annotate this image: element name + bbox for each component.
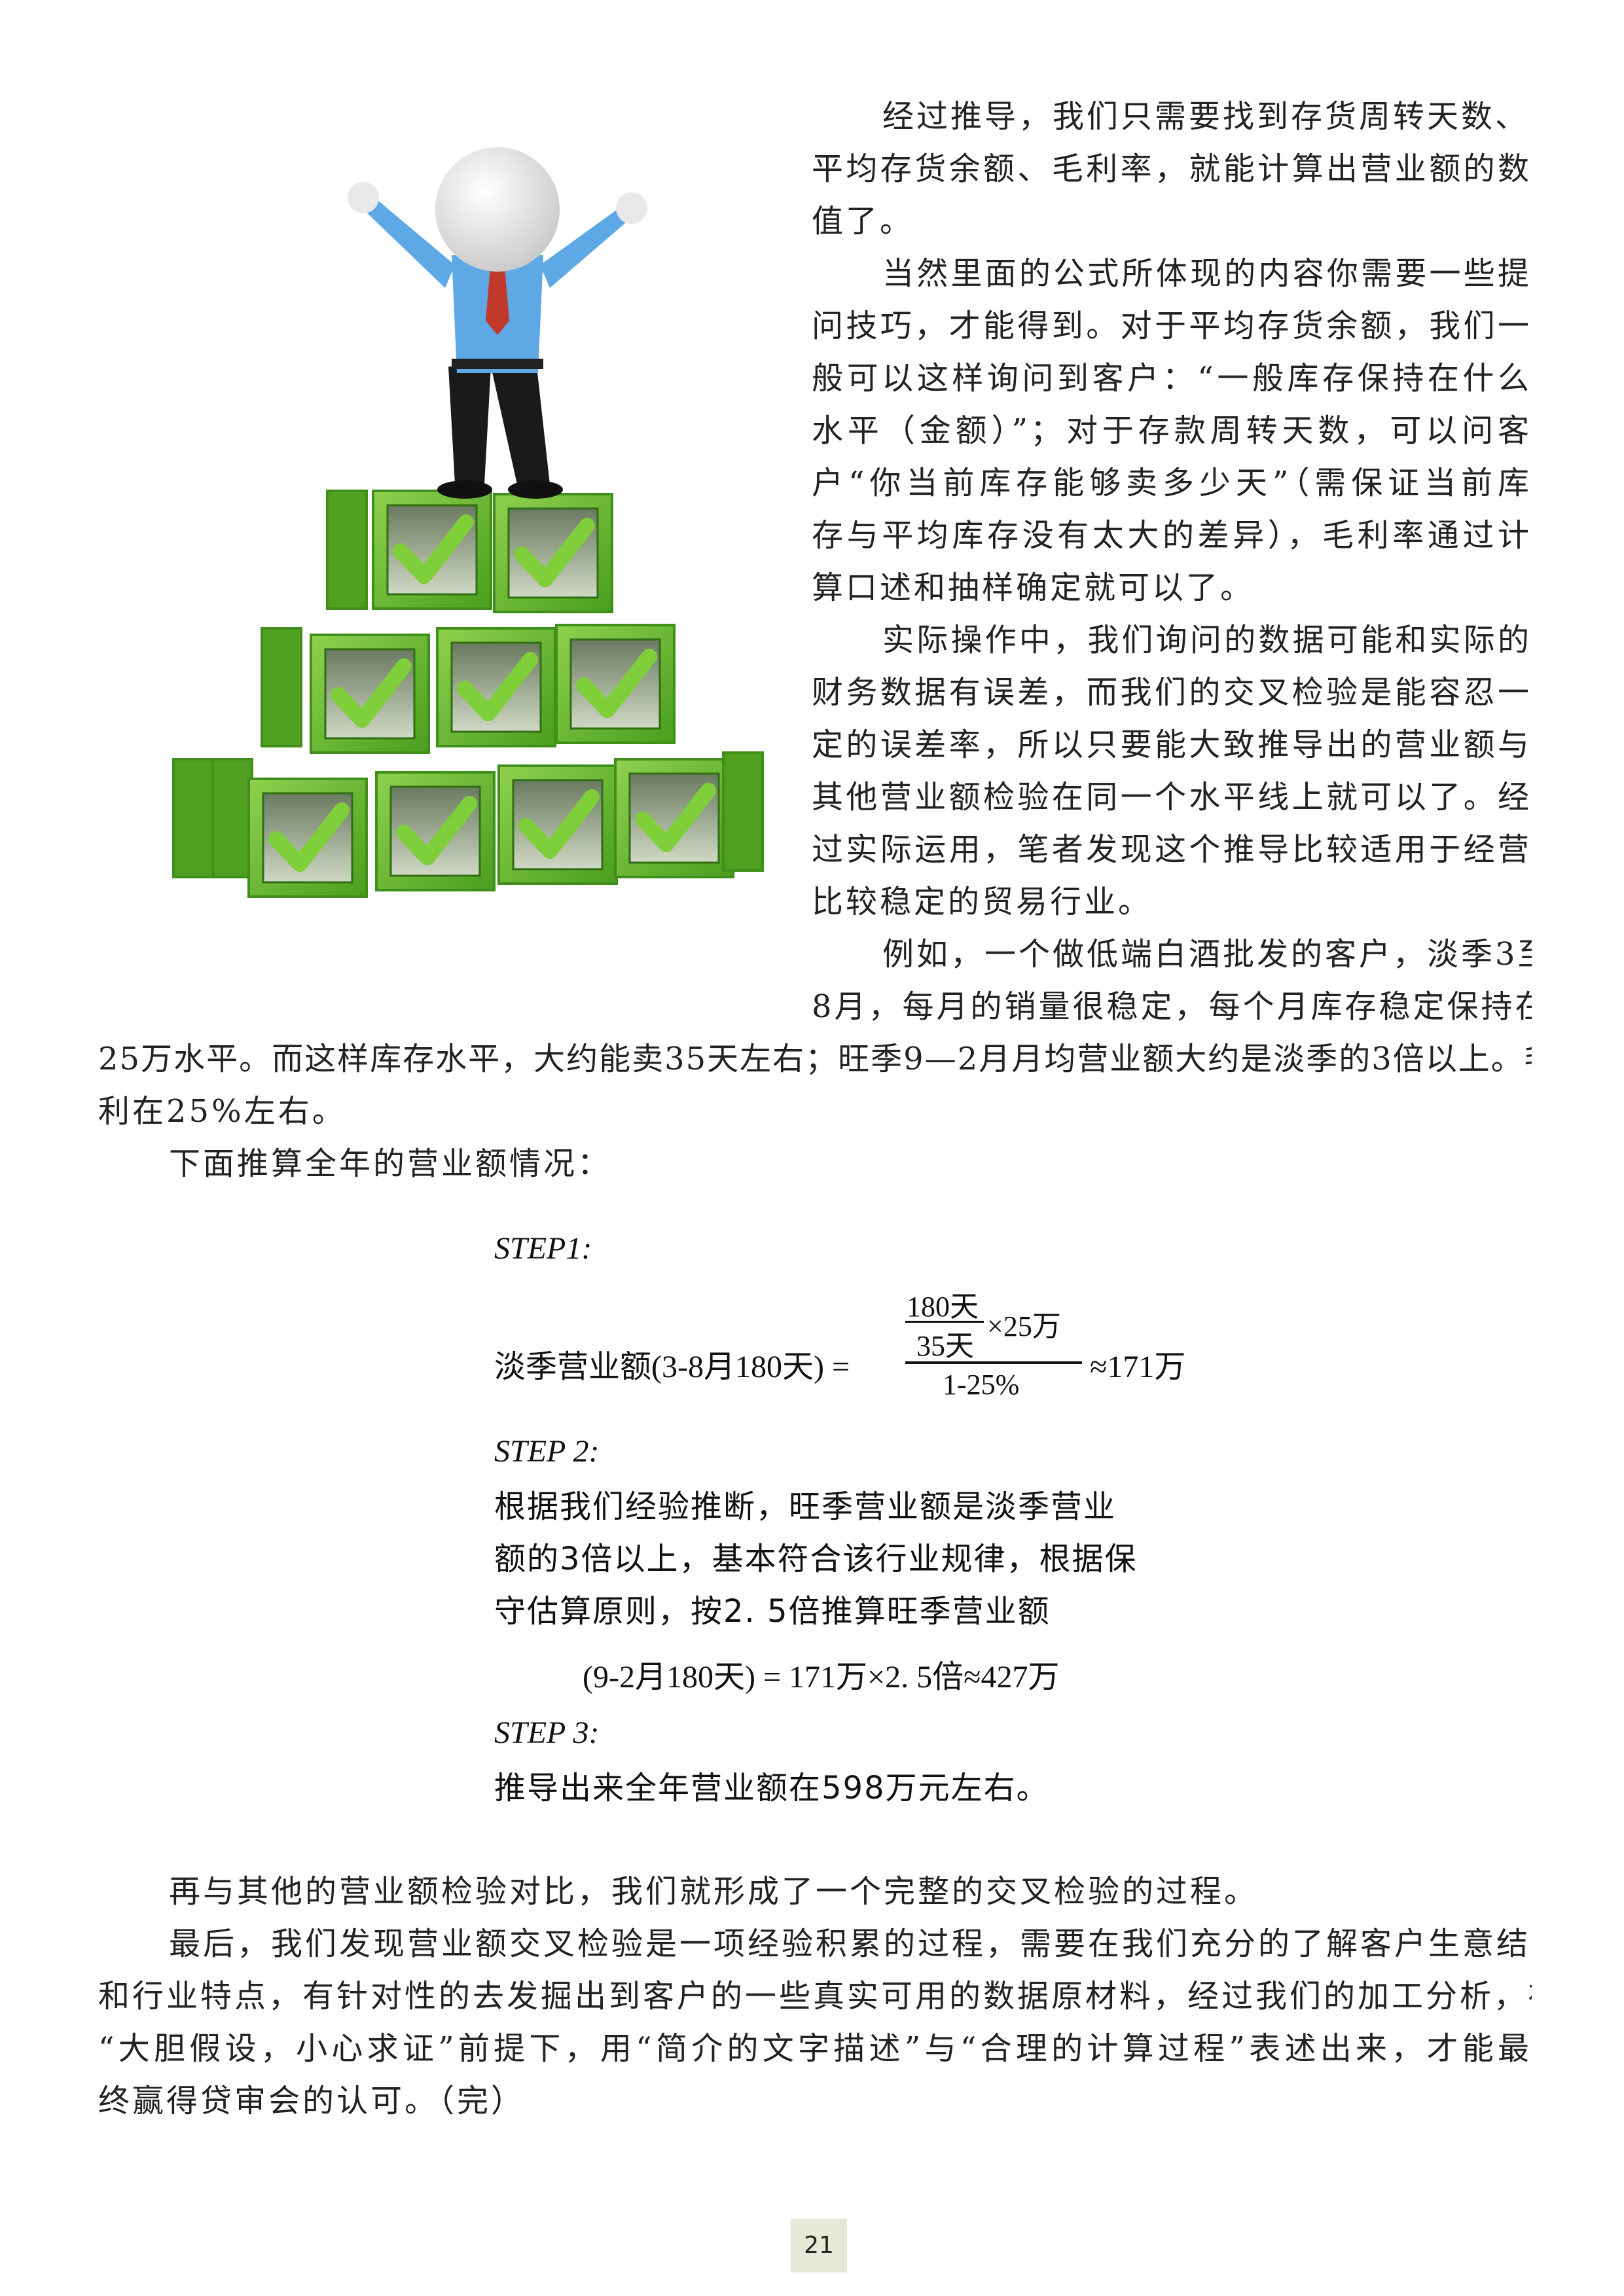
- step2-line: 额的3倍以上，基本符合该行业规律，根据保: [494, 1541, 1138, 1577]
- paragraph-line: 终赢得贷审会的认可。（完）: [98, 2083, 526, 2119]
- formula-result: ≈171万: [1090, 1350, 1186, 1384]
- step3-text: 推导出来全年营业额在598万元左右。: [494, 1770, 1049, 1806]
- paragraph-line: 利在25%左右。: [98, 1093, 346, 1130]
- step2-line: 根据我们经验推断，旺季营业额是淡季营业: [494, 1488, 1117, 1525]
- paragraph-line: “大胆假设，小心求证”前提下，用“简介的文字描述”与“合理的计算过程”表述出来，…: [98, 2030, 1532, 2067]
- paragraph-line: 实际操作中，我们询问的数据可能和实际的: [882, 622, 1532, 658]
- paragraph-line: 水平（金额）”；对于存款周转天数，可以问客: [812, 412, 1532, 449]
- paragraph-line: 经过推导，我们只需要找到存货周转天数、: [882, 98, 1530, 135]
- full-width-paragraph: 25万水平。而这样库存水平，大约能卖35天左右；旺季9—2月月均营业额大约是淡季…: [98, 1033, 1532, 1190]
- paragraph-line: 过实际运用，笔者发现这个推导比较适用于经营: [812, 831, 1532, 868]
- step2-line: 守估算原则，按2. 5倍推算旺季营业额: [494, 1593, 1051, 1630]
- main-fraction-bar: [905, 1361, 1082, 1364]
- paragraph-line: 般可以这样询问到客户：“一般库存保持在什么: [812, 360, 1532, 397]
- step2-label: STEP 2:: [494, 1434, 600, 1469]
- paragraph-line: 25万水平。而这样库存水平，大约能卖35天左右；旺季9—2月月均营业额大约是淡季…: [98, 1041, 1532, 1077]
- paragraph-line: 定的误差率，所以只要能大致推导出的营业额与: [812, 726, 1532, 763]
- paragraph-line: 其他营业额检验在同一个水平线上就可以了。经: [812, 779, 1532, 816]
- formula-left: 淡季营业额(3-8月180天) =: [494, 1350, 850, 1384]
- illustration-checkmark-pyramid: [98, 92, 792, 1014]
- check-box-icon: [249, 779, 367, 897]
- paragraph-line: 存与平均库存没有太大的差异），毛利率通过计: [812, 517, 1532, 554]
- pyramid-figure-svg: [172, 147, 764, 1014]
- paragraph-line: 下面推算全年的营业额情况：: [169, 1145, 612, 1182]
- paragraph-line: 户“你当前库存能够卖多少天”（需保证当前库: [812, 465, 1532, 501]
- fraction-multiplier: ×25万: [987, 1310, 1061, 1342]
- paragraph-line: 平均存货余额、毛利率，就能计算出营业额的数: [812, 151, 1532, 187]
- wrapped-column: 经过推导，我们只需要找到存货周转天数、 平均存货余额、毛利率，就能计算出营业额的…: [812, 90, 1532, 1033]
- paragraph-line: 最后，我们发现营业额交叉检验是一项经验积累的过程，需要在我们充分的了解客户生意结…: [169, 1926, 1532, 1962]
- closing-paragraphs: 再与其他的营业额检验对比，我们就形成了一个完整的交叉检验的过程。 最后，我们发现…: [98, 1865, 1532, 2127]
- paragraph-line: 算口述和抽样确定就可以了。: [812, 569, 1255, 606]
- paragraph-line: 当然里面的公式所体现的内容你需要一些提: [882, 255, 1532, 292]
- paragraph-line: 问技巧，才能得到。对于平均存货余额，我们一: [812, 308, 1532, 344]
- fraction-numerator-bottom: 35天: [916, 1330, 974, 1362]
- paragraph-line: 值了。: [812, 203, 914, 240]
- paragraph-line: 再与其他的营业额检验对比，我们就形成了一个完整的交叉检验的过程。: [169, 1873, 1259, 1910]
- step2-formula: (9-2月180天) = 171万×2. 5倍≈427万: [583, 1660, 1060, 1695]
- paragraph-line: 例如，一个做低端白酒批发的客户，淡季3至: [882, 936, 1532, 973]
- fraction-denominator: 1-25%: [943, 1369, 1020, 1401]
- paragraph-line: 和行业特点，有针对性的去发掘出到客户的一些真实可用的数据原材料，经过我们的加工分…: [98, 1978, 1532, 2015]
- paragraph-line: 比较稳定的贸易行业。: [812, 884, 1153, 920]
- paragraph-line: 财务数据有误差，而我们的交叉检验是能容忍一: [812, 674, 1532, 711]
- step1-label: STEP1:: [494, 1231, 592, 1266]
- step3-label: STEP 3:: [494, 1715, 600, 1750]
- fraction-numerator-top: 180天: [907, 1291, 979, 1323]
- page-number: 21: [791, 2219, 847, 2272]
- paragraph-line: 8月，每月的销量很稳定，每个月库存稳定保持在: [812, 988, 1532, 1025]
